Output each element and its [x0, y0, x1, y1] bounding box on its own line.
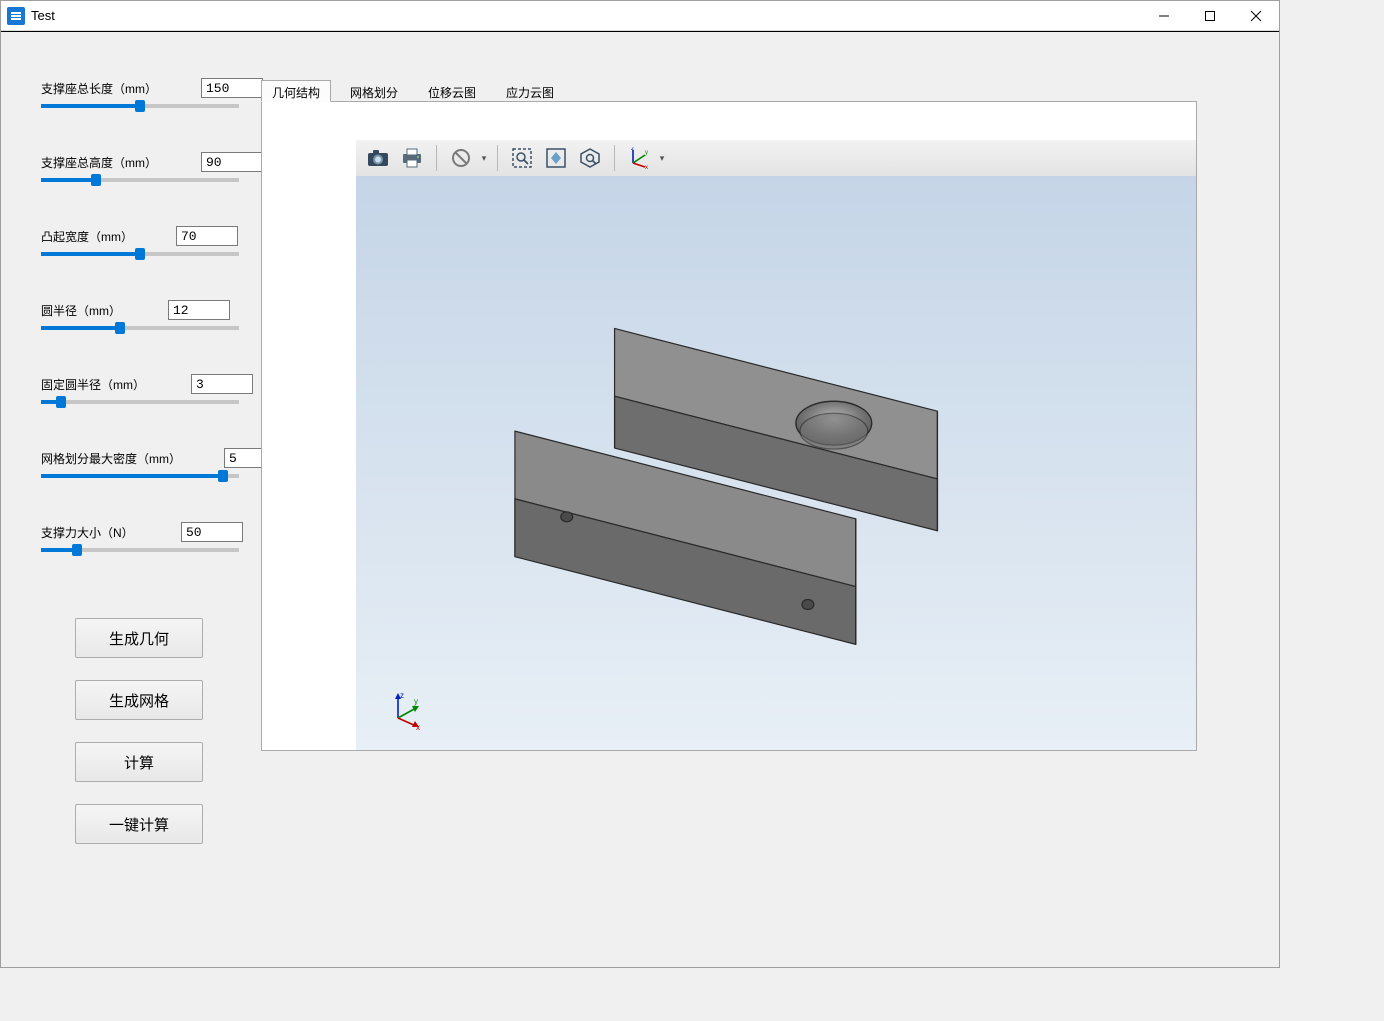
- svg-text:y: y: [645, 150, 648, 156]
- dropdown-icon[interactable]: ▾: [479, 143, 489, 173]
- param-label: 凸起宽度（mm）: [41, 228, 133, 245]
- client-area: 支撑座总长度（mm） 支撑座总高度（mm） 凸起宽度（mm） 圆半径（mm） 固定圆半径…: [1, 31, 1279, 967]
- minimize-button[interactable]: [1141, 1, 1187, 31]
- tab[interactable]: 网格划分: [339, 80, 409, 102]
- param-row: 网格划分最大密度（mm）: [41, 450, 239, 490]
- camera-icon[interactable]: [362, 143, 394, 173]
- param-label: 支撑座总高度（mm）: [41, 154, 157, 171]
- axis-x-label: x: [416, 723, 420, 730]
- param-slider[interactable]: [41, 252, 239, 256]
- param-input[interactable]: [168, 300, 230, 320]
- svg-text:x: x: [645, 165, 648, 169]
- param-row: 凸起宽度（mm）: [41, 228, 239, 268]
- zoom-fit-icon[interactable]: [540, 143, 572, 173]
- axis-orient-icon[interactable]: z y x: [623, 143, 655, 173]
- param-label: 支撑座总长度（mm）: [41, 80, 157, 97]
- zoom-box-icon[interactable]: [574, 143, 606, 173]
- param-slider[interactable]: [41, 326, 239, 330]
- param-label: 支撑力大小（N）: [41, 524, 134, 541]
- toolbar-separator: [436, 145, 437, 171]
- param-label: 固定圆半径（mm）: [41, 376, 145, 393]
- param-slider[interactable]: [41, 548, 239, 552]
- param-row: 固定圆半径（mm）: [41, 376, 239, 416]
- close-button[interactable]: [1233, 1, 1279, 31]
- param-row: 圆半径（mm）: [41, 302, 239, 342]
- param-input[interactable]: [191, 374, 253, 394]
- generate-mesh-button[interactable]: 生成网格: [75, 680, 203, 720]
- param-input[interactable]: [181, 522, 243, 542]
- toolbar-separator: [614, 145, 615, 171]
- axis-z-label: z: [400, 691, 404, 700]
- titlebar: Test: [1, 1, 1279, 31]
- zoom-window-icon[interactable]: [506, 143, 538, 173]
- param-label: 网格划分最大密度（mm）: [41, 450, 181, 467]
- no-entry-icon[interactable]: [445, 143, 477, 173]
- app-icon: [7, 7, 25, 25]
- viewer-toolbar: ▾ z y x ▾: [356, 140, 1196, 176]
- tab-bar: 几何结构网格划分位移云图应力云图: [261, 80, 1239, 102]
- parameter-panel: 支撑座总长度（mm） 支撑座总高度（mm） 凸起宽度（mm） 圆半径（mm） 固定圆半径…: [1, 32, 261, 967]
- axis-triad: z y x: [386, 690, 426, 730]
- calculate-button[interactable]: 计算: [75, 742, 203, 782]
- axis-y-label: y: [414, 697, 418, 706]
- param-row: 支撑力大小（N）: [41, 524, 239, 564]
- dropdown-icon[interactable]: ▾: [657, 143, 667, 173]
- window-title: Test: [31, 8, 1141, 23]
- param-row: 支撑座总高度（mm）: [41, 154, 239, 194]
- tab[interactable]: 几何结构: [261, 80, 331, 102]
- model-3d: [356, 176, 1196, 750]
- tab[interactable]: 位移云图: [417, 80, 487, 102]
- param-slider[interactable]: [41, 104, 239, 108]
- param-slider[interactable]: [41, 400, 239, 404]
- param-input[interactable]: [201, 152, 263, 172]
- maximize-button[interactable]: [1187, 1, 1233, 31]
- print-icon[interactable]: [396, 143, 428, 173]
- param-slider[interactable]: [41, 178, 239, 182]
- viewer-frame: ▾ z y x ▾: [261, 101, 1197, 751]
- param-row: 支撑座总长度（mm）: [41, 80, 239, 120]
- svg-text:z: z: [631, 147, 634, 152]
- param-input[interactable]: [176, 226, 238, 246]
- generate-geometry-button[interactable]: 生成几何: [75, 618, 203, 658]
- viewer-panel: 几何结构网格划分位移云图应力云图 ▾: [261, 32, 1279, 967]
- one-click-calculate-button[interactable]: 一键计算: [75, 804, 203, 844]
- viewport-3d[interactable]: z y x: [356, 176, 1196, 750]
- param-slider[interactable]: [41, 474, 239, 478]
- toolbar-separator: [497, 145, 498, 171]
- tab[interactable]: 应力云图: [495, 80, 565, 102]
- param-label: 圆半径（mm）: [41, 302, 121, 319]
- param-input[interactable]: [201, 78, 263, 98]
- app-window: Test 支撑座总长度（mm） 支撑座总高度（mm） 凸起宽度（mm） 圆半径（mm）…: [0, 0, 1280, 968]
